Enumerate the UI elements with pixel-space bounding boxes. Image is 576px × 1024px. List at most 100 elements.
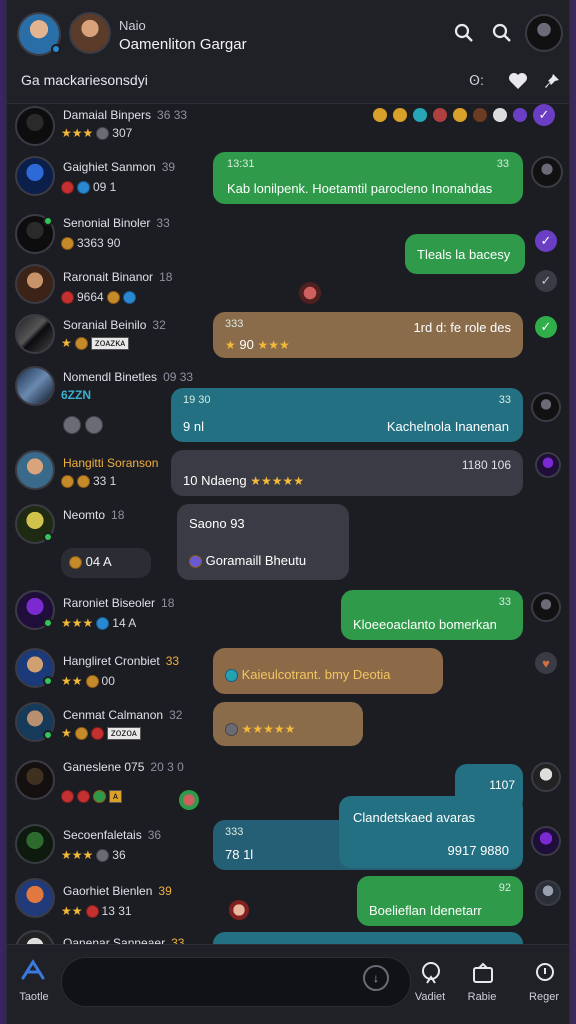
user-name: Raroniet Biseoler [63,596,156,610]
list-item[interactable]: Secoenfaletais 36 ★★★ 36 333 78 1l Clandet… [7,796,569,874]
bubble-sub: 9 nl [183,419,204,434]
message-bubble[interactable]: 1180 106 10 Ndaeng ★★★★★ [171,450,523,496]
user-avatar[interactable] [15,450,55,490]
sender-avatar[interactable] [531,826,561,856]
app-window: Naio Oamenliton Gargar Ga mackariesonsdy… [6,0,570,1024]
bubble-count: 92 [498,882,511,894]
message-bubble[interactable] [213,932,523,944]
star-icon: ★ [61,726,72,740]
user-name: Neomto [63,508,106,522]
header-subtitle: Oamenliton Gargar [119,36,247,53]
reaction-icon[interactable] [453,108,467,122]
profile-avatar[interactable] [525,14,563,52]
user-meta: 33 1 [61,474,116,488]
message-bubble[interactable]: Clandetskaed avaras 9917 9880 [339,796,523,868]
message-bubble[interactable]: ★★★★★ [213,702,363,746]
member-avatar[interactable] [69,12,111,54]
list-item[interactable]: Hangliret Cronbiet 33 ★★ 00 Kaieulcotrant.… [7,646,569,698]
header-status: Ga mackariesonsdyi [21,72,148,88]
nav-profile-icon[interactable] [531,959,559,987]
message-time: 32 [152,318,166,332]
nav-discover-icon[interactable] [417,959,445,987]
user-avatar[interactable] [15,314,55,354]
bubble-stars-value: 90 [239,337,254,352]
message-bubble[interactable]: 333 1rd d: fe role des ★ 90 ★★★ [213,312,523,358]
user-avatar[interactable] [15,930,55,944]
sender-avatar[interactable] [535,880,561,906]
user-name: Secoenfaletais [63,828,142,842]
reply-chip[interactable]: 04 A [61,548,151,578]
reaction-icon[interactable] [473,108,487,122]
chat-header: Naio Oamenliton Gargar Ga mackariesonsdy… [7,0,569,104]
user-avatar[interactable] [15,824,55,864]
message-bubble[interactable]: 92 Boelieflan Idenetarr [357,876,523,926]
reaction-icon[interactable] [413,108,427,122]
list-item[interactable]: Oanenar Sanneaer 33 [7,930,569,944]
sender-avatar[interactable] [531,762,561,792]
message-bubble[interactable]: Saono 93 Goramaill Bheutu [177,504,349,580]
list-item[interactable]: Cenmat Calmanon 32 ★ ᴢᴏᴢᴏᴀ ★★★★★ [7,700,569,752]
bubble-time: 333 [225,826,244,838]
user-meta: ᴀ [61,790,122,803]
reaction-icon[interactable] [229,900,249,920]
message-bubble[interactable]: 19 30 33 9 nl Kachelnola Inanenan [171,388,523,442]
list-item[interactable]: Senonial Binoler 33 3363 90 Tleals la bac… [7,210,569,274]
reaction-icon[interactable] [433,108,447,122]
coin-icon [96,848,110,862]
badge-icon [90,726,104,740]
reaction-icon[interactable] [513,108,527,122]
reaction-icon[interactable] [493,108,507,122]
user-name: Raronait Binanor [63,270,154,284]
pin-icon[interactable] [539,68,565,94]
bubble-text: Clandetskaed avaras [353,810,476,825]
bubble-text: Tleals la bacesy [417,247,511,262]
bubble-number: 9917 9880 [447,843,509,858]
bubble-text: Saono 93 [189,516,245,531]
list-item[interactable]: Gaighiet Sanmon 39 09 1 13:31 33 Kab loni… [7,152,569,208]
badge-icon [77,790,90,803]
heart-icon[interactable] [505,68,531,94]
sender-avatar[interactable] [531,592,561,622]
bubble-count: 33 [496,158,509,170]
list-item[interactable]: Raronait Binanor 18 9664 ✓ [7,262,569,312]
user-avatar[interactable] [15,760,55,800]
list-item[interactable]: Gaorhiet Bienlen 39 ★★ 13 31 92 Boelieflan… [7,874,569,930]
coin-icon [106,290,120,304]
coin-icon [96,126,110,140]
search-icon[interactable] [451,20,477,46]
home-tab[interactable] [13,955,53,985]
send-icon[interactable]: ↓ [363,965,389,991]
search-alt-icon[interactable] [489,20,515,46]
bubble-sub: 78 1l [225,847,254,862]
list-item[interactable]: Nomendl Binetles 09 33 6ZZN 19 30 33 9 nl… [7,364,569,446]
message-bubble[interactable]: Kaieulcotrant. bmy Deotia [213,648,443,694]
user-avatar[interactable] [15,106,55,146]
message-time: 39 [161,160,176,174]
nav-bag-icon[interactable] [469,959,497,987]
list-item[interactable]: Neomto 18 04 A Saono 93 Goramaill Bheutu [7,502,569,584]
meta-value: 9664 [77,290,104,304]
nav-bag-label: Rabie [467,991,497,1003]
message-bubble[interactable]: 33 Kloeeoaclanto bomerkan [341,590,523,640]
list-item[interactable]: Raroniet Biseoler 18 ★★★ 14 A 33 Kloeeoacl… [7,588,569,642]
user-avatar[interactable] [15,878,55,918]
sender-avatar[interactable] [535,452,561,478]
nav-discover-label: Vadiet [414,991,446,1003]
sender-avatar[interactable] [531,392,561,422]
sender-avatar[interactable] [531,156,563,188]
reaction-icon[interactable] [393,108,407,122]
check-icon: ✓ [533,104,555,126]
message-bubble[interactable]: 13:31 33 Kab lonilpenk. Hoetamtil parocl… [213,152,523,204]
reaction-icon[interactable] [179,790,199,810]
list-item[interactable]: Damaial Binpers 36 33 ★★★ 307 ✓ [7,104,569,150]
user-avatar[interactable] [15,366,55,406]
list-item[interactable]: Soranial Beinilo 32 ★ ᴢᴏᴀᴢᴋᴀ 333 1rd d: fe… [7,312,569,362]
message-input[interactable] [61,957,411,1007]
user-avatar[interactable] [15,264,55,304]
list-item[interactable]: Hangitti Soranson 33 1 1180 106 10 Ndaen… [7,448,569,500]
reaction-icon[interactable] [299,282,321,304]
badge-icon [61,790,74,803]
user-avatar[interactable] [15,156,55,196]
reaction-icon[interactable] [373,108,387,122]
user-meta: ★ ᴢᴏᴢᴏᴀ [61,726,141,740]
